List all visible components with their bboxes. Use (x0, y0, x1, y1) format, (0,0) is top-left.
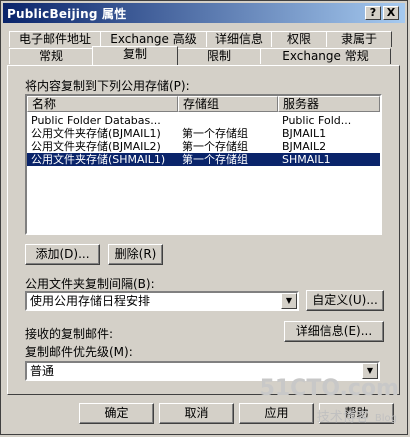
apply-button[interactable]: 应用 (239, 403, 314, 424)
add-button[interactable]: 添加(D)... (25, 244, 100, 265)
priority-label: 复制邮件优先级(M): (25, 345, 133, 359)
table-row[interactable]: 公用文件夹存储(BJMAIL2) 第一个存储组 BJMAIL2 (27, 140, 380, 153)
tab-details[interactable]: 详细信息 (206, 31, 272, 47)
window-title: PublicBeijing 属性 (7, 7, 127, 21)
row-name: 公用文件夹存储(SHMAIL1) (31, 153, 166, 166)
cancel-button[interactable]: 取消 (159, 403, 234, 424)
replication-interval-select[interactable]: 使用公用存储日程安排 ▼ (25, 291, 299, 311)
tab-member-of[interactable]: 隶属于 (326, 31, 392, 47)
table-row-selected[interactable]: 公用文件夹存储(SHMAIL1) 第一个存储组 SHMAIL1 (27, 153, 380, 166)
watermark-sub-text: 技术博客 (316, 410, 369, 425)
tab-replication[interactable]: 复制 (92, 46, 178, 65)
close-title-button[interactable]: X (383, 6, 399, 20)
watermark-logo: 51CTO.com (259, 376, 399, 401)
row-server: SHMAIL1 (282, 153, 331, 166)
replica-listbox[interactable]: 名称 存储组 服务器 Public Folder Databas... Publ… (25, 94, 382, 235)
tab-exchange-general[interactable]: Exchange 常规 (260, 48, 391, 64)
replication-interval-label: 公用文件夹复制间隔(B): (25, 277, 155, 291)
row-group: 第一个存储组 (182, 153, 248, 166)
row-name: 公用文件夹存储(BJMAIL1) (31, 127, 161, 140)
replicate-list-label: 将内容复制到下列公用存储(P): (25, 79, 190, 93)
row-server: BJMAIL1 (282, 127, 327, 140)
watermark-blog-text: Blog (374, 413, 397, 424)
help-title-button[interactable]: ? (365, 6, 381, 20)
remove-button[interactable]: 删除(R) (108, 244, 163, 265)
column-header-server[interactable]: 服务器 (278, 96, 380, 112)
title-bar: PublicBeijing 属性 ? X (3, 3, 405, 23)
tab-email-addresses[interactable]: 电子邮件地址 (9, 31, 101, 47)
row-server: BJMAIL2 (282, 140, 327, 153)
row-name: 公用文件夹存储(BJMAIL2) (31, 140, 161, 153)
table-row[interactable]: 公用文件夹存储(BJMAIL1) 第一个存储组 BJMAIL1 (27, 127, 380, 140)
row-group: 第一个存储组 (182, 140, 248, 153)
tab-exchange-advanced[interactable]: Exchange 高级 (100, 31, 207, 47)
tab-general[interactable]: 常规 (9, 48, 93, 64)
chevron-down-icon[interactable]: ▼ (281, 293, 297, 309)
priority-value: 普通 (30, 364, 55, 378)
replication-interval-value: 使用公用存储日程安排 (30, 294, 151, 308)
tab-limits[interactable]: 限制 (177, 48, 261, 64)
row-name: Public Folder Databas... (31, 114, 161, 127)
received-replication-label: 接收的复制邮件: (25, 327, 114, 341)
row-group: 第一个存储组 (182, 127, 248, 140)
customize-button[interactable]: 自定义(U)... (306, 290, 384, 311)
row-server: Public Fold... (282, 114, 352, 127)
column-header-storage-group[interactable]: 存储组 (178, 96, 278, 112)
details-button[interactable]: 详细信息(E)... (284, 321, 384, 342)
column-header-name[interactable]: 名称 (27, 96, 178, 112)
table-row[interactable]: Public Folder Databas... Public Fold... (27, 114, 380, 127)
tab-permissions[interactable]: 权限 (271, 31, 327, 47)
ok-button[interactable]: 确定 (79, 403, 154, 424)
properties-dialog: PublicBeijing 属性 ? X 电子邮件地址 Exchange 高级 … (0, 0, 408, 435)
watermark-sub: 技术博客 Blog (317, 406, 397, 425)
